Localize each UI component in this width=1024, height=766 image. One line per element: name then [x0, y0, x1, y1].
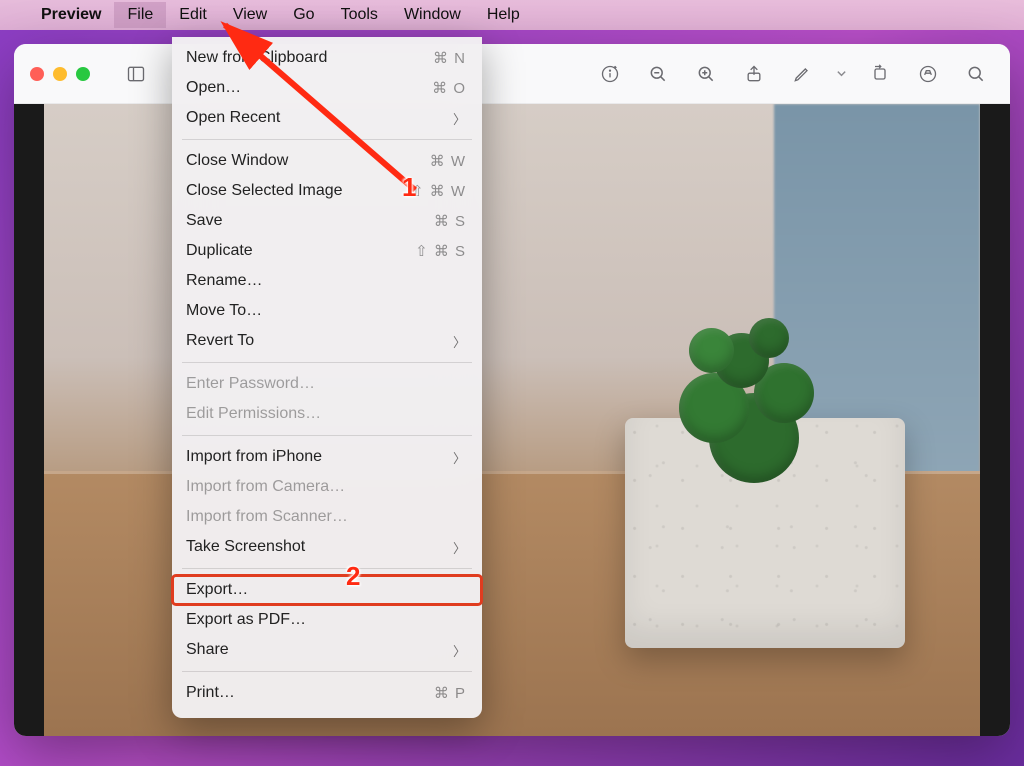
menu-item-move-to[interactable]: Move To…: [172, 296, 482, 326]
menu-item-shortcut: ⌘ N: [433, 49, 466, 67]
menu-item-new-from-clipboard[interactable]: New from Clipboard⌘ N: [172, 43, 482, 73]
menu-item-export-as-pdf[interactable]: Export as PDF…: [172, 605, 482, 635]
minimize-window-button[interactable]: [53, 67, 67, 81]
menu-item-label: Close Window: [186, 152, 430, 170]
menubar-app[interactable]: Preview: [28, 2, 114, 28]
sidebar-toggle-button[interactable]: [118, 56, 154, 92]
menubar-file[interactable]: File: [114, 2, 166, 28]
menu-item-duplicate[interactable]: Duplicate⇧ ⌘ S: [172, 236, 482, 266]
menu-item-label: Print…: [186, 684, 434, 702]
markup-button[interactable]: [784, 56, 820, 92]
fullscreen-window-button[interactable]: [76, 67, 90, 81]
highlight-button[interactable]: [910, 56, 946, 92]
menu-item-shortcut: ⌘ O: [432, 79, 466, 97]
menubar-help[interactable]: Help: [474, 2, 533, 28]
menu-item-print[interactable]: Print…⌘ P: [172, 678, 482, 708]
menu-item-enter-password: Enter Password…: [172, 369, 482, 399]
menu-item-share[interactable]: Share〉: [172, 635, 482, 665]
menu-item-revert-to[interactable]: Revert To〉: [172, 326, 482, 356]
menu-item-shortcut: ⇧ ⌘ W: [411, 182, 466, 200]
close-window-button[interactable]: [30, 67, 44, 81]
menu-item-take-screenshot[interactable]: Take Screenshot〉: [172, 532, 482, 562]
chevron-right-icon: 〉: [453, 332, 466, 351]
menu-item-label: Export as PDF…: [186, 611, 466, 629]
menu-separator: [182, 139, 472, 140]
zoom-in-button[interactable]: [688, 56, 724, 92]
window-controls: [30, 67, 90, 81]
menu-item-shortcut: ⌘ P: [434, 684, 466, 702]
menu-item-label: Move To…: [186, 302, 466, 320]
markup-dropdown-chevron[interactable]: [832, 68, 850, 79]
toolbar: [14, 44, 1010, 104]
menu-separator: [182, 435, 472, 436]
menu-item-shortcut: ⇧ ⌘ S: [415, 242, 466, 260]
menu-item-save[interactable]: Save⌘ S: [172, 206, 482, 236]
menubar-view[interactable]: View: [220, 2, 280, 28]
menu-item-open-recent[interactable]: Open Recent〉: [172, 103, 482, 133]
menu-item-label: Duplicate: [186, 242, 415, 260]
menu-item-label: Revert To: [186, 332, 453, 350]
chevron-right-icon: 〉: [453, 641, 466, 660]
preview-window: [14, 44, 1010, 736]
menu-item-label: Edit Permissions…: [186, 405, 466, 423]
file-menu-dropdown: New from Clipboard⌘ NOpen…⌘ OOpen Recent…: [172, 37, 482, 718]
menu-item-label: Import from Scanner…: [186, 508, 466, 526]
menu-item-label: Import from Camera…: [186, 478, 466, 496]
chevron-right-icon: 〉: [453, 448, 466, 467]
menubar-tools[interactable]: Tools: [328, 2, 391, 28]
menu-separator: [182, 568, 472, 569]
menu-item-import-from-scanner: Import from Scanner…: [172, 502, 482, 532]
menubar-edit[interactable]: Edit: [166, 2, 220, 28]
share-button[interactable]: [736, 56, 772, 92]
menu-item-close-window[interactable]: Close Window⌘ W: [172, 146, 482, 176]
menu-item-label: Open Recent: [186, 109, 453, 127]
menu-item-rename[interactable]: Rename…: [172, 266, 482, 296]
menu-item-close-selected-image[interactable]: Close Selected Image⇧ ⌘ W: [172, 176, 482, 206]
menu-item-open[interactable]: Open…⌘ O: [172, 73, 482, 103]
menu-separator: [182, 671, 472, 672]
menu-item-export[interactable]: Export…: [172, 575, 482, 605]
chevron-right-icon: 〉: [453, 538, 466, 557]
menu-item-label: Export…: [186, 581, 466, 599]
menu-item-shortcut: ⌘ W: [430, 152, 466, 170]
menu-item-label: Open…: [186, 79, 432, 97]
menu-item-edit-permissions: Edit Permissions…: [172, 399, 482, 429]
menubar: Preview File Edit View Go Tools Window H…: [0, 0, 1024, 30]
menu-item-label: Save: [186, 212, 434, 230]
menu-item-label: Close Selected Image: [186, 182, 411, 200]
rotate-button[interactable]: [862, 56, 898, 92]
menu-item-import-from-iphone[interactable]: Import from iPhone〉: [172, 442, 482, 472]
menubar-go[interactable]: Go: [280, 2, 327, 28]
chevron-right-icon: 〉: [453, 109, 466, 128]
menu-item-label: New from Clipboard: [186, 49, 433, 67]
menu-item-label: Share: [186, 641, 453, 659]
zoom-out-button[interactable]: [640, 56, 676, 92]
info-button[interactable]: [592, 56, 628, 92]
menu-item-label: Enter Password…: [186, 375, 466, 393]
menu-item-shortcut: ⌘ S: [434, 212, 466, 230]
menu-item-label: Rename…: [186, 272, 466, 290]
search-button[interactable]: [958, 56, 994, 92]
menu-item-label: Import from iPhone: [186, 448, 453, 466]
menu-item-import-from-camera: Import from Camera…: [172, 472, 482, 502]
menu-separator: [182, 362, 472, 363]
menubar-window[interactable]: Window: [391, 2, 474, 28]
image-canvas: [14, 104, 1010, 736]
menu-item-label: Take Screenshot: [186, 538, 453, 556]
